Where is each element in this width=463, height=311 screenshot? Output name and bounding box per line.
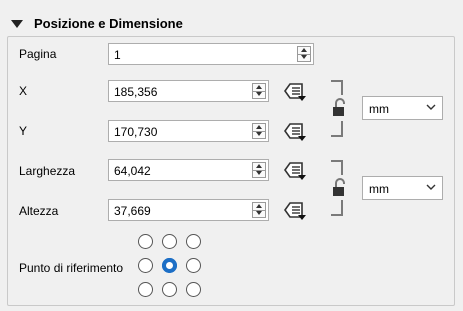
data-defined-override-icon[interactable] — [281, 80, 307, 102]
y-label: Y — [19, 124, 28, 138]
spin-down-icon[interactable] — [253, 210, 265, 217]
data-defined-override-icon[interactable] — [281, 199, 307, 221]
page-spin-buttons[interactable] — [297, 46, 311, 62]
ref-point-middle-left-radio[interactable] — [138, 258, 153, 273]
size-units-value: mm — [369, 182, 389, 196]
page-label: Pagina — [19, 47, 57, 61]
lock-bracket-bottom — [331, 200, 343, 216]
width-spinbox[interactable]: 64,042 — [108, 159, 269, 181]
page-spinbox[interactable]: 1 — [108, 43, 314, 65]
collapse-triangle-icon[interactable] — [11, 20, 23, 28]
lock-open-icon[interactable] — [332, 98, 348, 118]
ref-point-bottom-center-radio[interactable] — [162, 282, 177, 297]
ref-point-bottom-left-radio[interactable] — [138, 282, 153, 297]
data-defined-override-icon[interactable] — [281, 159, 307, 181]
ref-point-top-center-radio[interactable] — [162, 234, 177, 249]
x-value: 185,356 — [114, 85, 158, 99]
group-title: Posizione e Dimensione — [34, 16, 183, 31]
width-label: Larghezza — [19, 164, 76, 178]
lock-bracket-bottom — [331, 121, 343, 137]
chevron-down-icon — [426, 184, 436, 190]
lock-bracket-top — [331, 80, 343, 95]
chevron-down-icon — [426, 104, 436, 110]
width-spin-buttons[interactable] — [252, 162, 266, 178]
lock-open-icon[interactable] — [332, 178, 348, 198]
spin-down-icon[interactable] — [253, 170, 265, 177]
height-spin-buttons[interactable] — [252, 202, 266, 218]
size-units-combo[interactable]: mm — [362, 176, 443, 200]
position-units-value: mm — [369, 102, 389, 116]
reference-point-grid — [138, 234, 202, 298]
x-label: X — [19, 84, 28, 98]
spin-down-icon[interactable] — [253, 91, 265, 98]
height-label: Altezza — [19, 204, 59, 218]
data-defined-override-icon[interactable] — [281, 120, 307, 142]
height-spinbox[interactable]: 37,669 — [108, 199, 269, 221]
spin-down-icon[interactable] — [298, 54, 310, 61]
lock-bracket-top — [331, 160, 343, 175]
x-spin-buttons[interactable] — [252, 83, 266, 99]
position-units-combo[interactable]: mm — [362, 96, 443, 120]
page-value: 1 — [114, 48, 121, 62]
y-spin-buttons[interactable] — [252, 123, 266, 139]
y-spinbox[interactable]: 170,730 — [108, 120, 269, 142]
y-value: 170,730 — [114, 125, 158, 139]
reference-point-label: Punto di riferimento — [19, 261, 124, 275]
ref-point-bottom-right-radio[interactable] — [186, 282, 201, 297]
ref-point-middle-right-radio[interactable] — [186, 258, 201, 273]
ref-point-middle-center-radio[interactable] — [162, 258, 177, 273]
ref-point-top-left-radio[interactable] — [138, 234, 153, 249]
spin-down-icon[interactable] — [253, 131, 265, 138]
ref-point-top-right-radio[interactable] — [186, 234, 201, 249]
width-value: 64,042 — [114, 164, 151, 178]
x-spinbox[interactable]: 185,356 — [108, 80, 269, 102]
height-value: 37,669 — [114, 204, 151, 218]
